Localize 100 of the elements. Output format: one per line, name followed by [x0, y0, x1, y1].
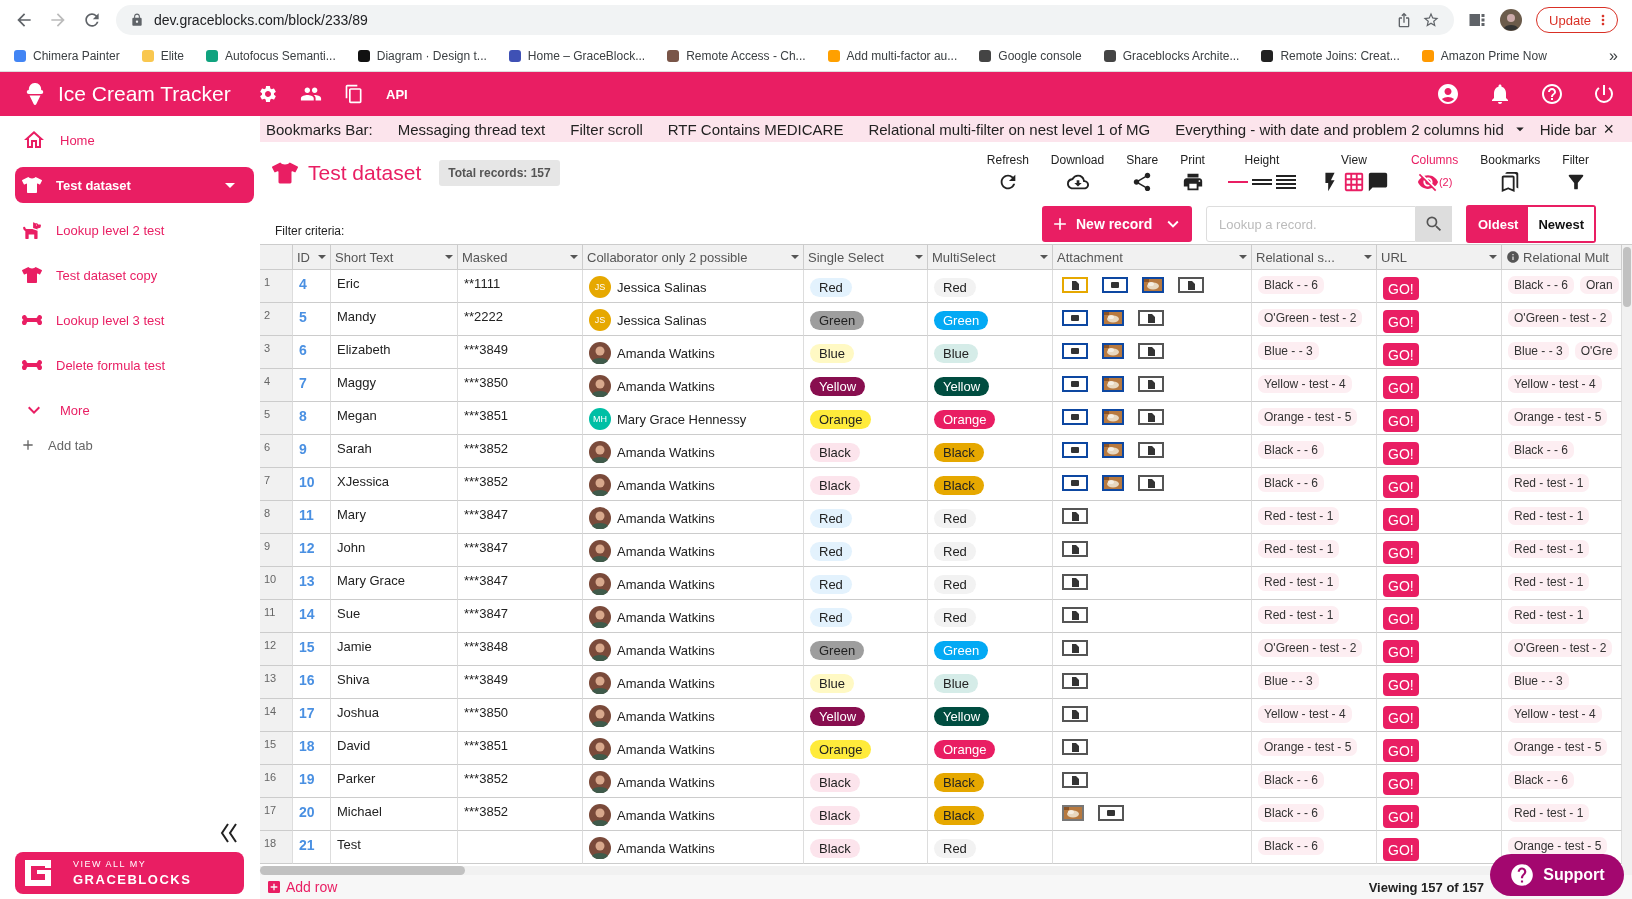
- pdf-file-icon[interactable]: [1098, 805, 1124, 821]
- linked-record-chip[interactable]: Red - test - 1: [1258, 540, 1340, 558]
- linked-record-chip[interactable]: Red - test - 1: [1508, 804, 1590, 822]
- document-icon[interactable]: [1062, 508, 1088, 524]
- pdf-file-icon[interactable]: [1062, 409, 1088, 425]
- go-button[interactable]: GO!: [1383, 508, 1419, 531]
- go-button[interactable]: GO!: [1383, 376, 1419, 399]
- go-button[interactable]: GO!: [1383, 409, 1419, 432]
- document-icon[interactable]: [1062, 739, 1088, 755]
- bookmark-link[interactable]: Google console: [979, 48, 1082, 63]
- update-button[interactable]: Update: [1536, 7, 1618, 33]
- sidebar-item[interactable]: Test dataset copy: [15, 257, 254, 293]
- linked-record-chip[interactable]: Black - - 6: [1258, 837, 1324, 855]
- document-icon[interactable]: [1062, 706, 1088, 722]
- pdf-file-icon[interactable]: [1062, 475, 1088, 491]
- graceblocks-banner[interactable]: VIEW ALL MY GRACEBLOCKS: [15, 852, 244, 894]
- linked-record-chip[interactable]: Oran: [1580, 276, 1619, 294]
- lookup-field[interactable]: Lookup a record.: [1206, 206, 1416, 242]
- go-button[interactable]: GO!: [1383, 607, 1419, 630]
- column-header[interactable]: Relational s...: [1252, 245, 1377, 270]
- linked-record-chip[interactable]: Yellow - test - 4: [1258, 705, 1352, 723]
- sidebar-item[interactable]: Lookup level 3 test: [15, 302, 254, 338]
- go-button[interactable]: GO!: [1383, 739, 1419, 762]
- go-button[interactable]: GO!: [1383, 442, 1419, 465]
- document-icon[interactable]: [1138, 376, 1164, 392]
- linked-record-chip[interactable]: Red - test - 1: [1508, 540, 1590, 558]
- linked-record-chip[interactable]: Orange - test - 5: [1258, 408, 1358, 426]
- add-row-link[interactable]: Add row: [266, 879, 338, 895]
- go-button[interactable]: GO!: [1383, 475, 1419, 498]
- document-icon[interactable]: [1138, 310, 1164, 326]
- column-header[interactable]: Attachment: [1053, 245, 1252, 270]
- linked-record-chip[interactable]: Red - test - 1: [1258, 606, 1340, 624]
- column-header[interactable]: MultiSelect: [928, 245, 1053, 270]
- pdf-file-icon[interactable]: [1062, 376, 1088, 392]
- linked-record-chip[interactable]: Blue - - 3: [1258, 672, 1319, 690]
- power-icon[interactable]: [1592, 82, 1616, 106]
- column-header[interactable]: Masked: [458, 245, 583, 270]
- linked-record-chip[interactable]: Blue - - 3: [1508, 672, 1569, 690]
- bookmark-link[interactable]: Graceblocks Archite...: [1103, 48, 1240, 63]
- document-icon[interactable]: [1062, 640, 1088, 656]
- reload-icon[interactable]: [82, 10, 102, 30]
- bookmarks-button[interactable]: Bookmarks: [1480, 153, 1541, 193]
- sidebar-item[interactable]: Lookup level 2 test: [15, 212, 254, 248]
- linked-record-chip[interactable]: Black - - 6: [1258, 771, 1324, 789]
- copy-icon[interactable]: [344, 84, 364, 104]
- grid-view-option[interactable]: [1342, 171, 1365, 193]
- linked-record-chip[interactable]: Orange - test - 5: [1258, 738, 1358, 756]
- go-button[interactable]: GO!: [1383, 277, 1419, 300]
- linked-record-chip[interactable]: Red - test - 1: [1508, 507, 1590, 525]
- column-header[interactable]: Short Text: [331, 245, 458, 270]
- download-button[interactable]: Download: [1050, 153, 1105, 193]
- document-icon[interactable]: [1178, 277, 1204, 293]
- linked-record-chip[interactable]: Yellow - test - 4: [1508, 375, 1602, 393]
- linked-record-chip[interactable]: Red - test - 1: [1258, 573, 1340, 591]
- scrollbar-thumb[interactable]: [260, 866, 465, 875]
- linked-record-chip[interactable]: Black - - 6: [1508, 276, 1574, 294]
- linked-record-chip[interactable]: Black - - 6: [1508, 441, 1574, 459]
- linked-record-chip[interactable]: Black - - 6: [1258, 441, 1324, 459]
- document-icon[interactable]: [1138, 409, 1164, 425]
- linked-record-chip[interactable]: Black - - 6: [1258, 474, 1324, 492]
- column-header[interactable]: Collaborator only 2 possible: [583, 245, 804, 270]
- linked-record-chip[interactable]: Black - - 6: [1508, 771, 1574, 789]
- linked-record-chip[interactable]: Black - - 6: [1258, 276, 1324, 294]
- go-button[interactable]: GO!: [1383, 310, 1419, 333]
- saved-bookmark[interactable]: RTF Contains MEDICARE: [667, 120, 844, 138]
- close-icon[interactable]: ×: [1603, 118, 1614, 140]
- linked-record-chip[interactable]: Blue - - 3: [1508, 342, 1569, 360]
- pdf-file-icon[interactable]: [1062, 442, 1088, 458]
- bookmark-link[interactable]: Diagram · Design t...: [357, 48, 487, 63]
- linked-record-chip[interactable]: O'Green - test - 2: [1508, 309, 1613, 327]
- linked-record-chip[interactable]: Red - test - 1: [1508, 573, 1590, 591]
- sidebar-item[interactable]: Delete formula test: [15, 347, 254, 383]
- sidebar-item[interactable]: More: [15, 392, 254, 428]
- api-link[interactable]: API: [386, 86, 408, 102]
- go-button[interactable]: GO!: [1383, 772, 1419, 795]
- linked-record-chip[interactable]: Yellow - test - 4: [1258, 375, 1352, 393]
- column-header[interactable]: ID: [293, 245, 331, 270]
- document-icon[interactable]: [1062, 607, 1088, 623]
- chat-view-option[interactable]: [1366, 171, 1389, 193]
- bookmark-link[interactable]: Elite: [141, 48, 185, 63]
- saved-bookmark[interactable]: Relational multi-filter on nest level 1 of MG: [868, 120, 1151, 138]
- bookmark-link[interactable]: Chimera Painter: [14, 48, 120, 63]
- linked-record-chip[interactable]: O'Green - test - 2: [1258, 639, 1363, 657]
- bookmark-link[interactable]: Amazon Prime Now: [1421, 48, 1547, 63]
- linked-record-chip[interactable]: O'Green - test - 2: [1508, 639, 1613, 657]
- add-tab-link[interactable]: Add tab: [15, 437, 260, 453]
- more-bookmarks[interactable]: »: [1609, 46, 1618, 65]
- go-button[interactable]: GO!: [1383, 640, 1419, 663]
- go-button[interactable]: GO!: [1383, 838, 1419, 861]
- scrollbar-thumb[interactable]: [1623, 247, 1631, 307]
- pdf-file-icon[interactable]: [1062, 310, 1088, 326]
- document-icon[interactable]: [1138, 343, 1164, 359]
- document-icon[interactable]: [1062, 772, 1088, 788]
- pdf-file-icon[interactable]: [1062, 343, 1088, 359]
- linked-record-chip[interactable]: Red - test - 1: [1258, 507, 1340, 525]
- column-header[interactable]: URL: [1377, 245, 1502, 270]
- side-panel-icon[interactable]: [1468, 11, 1487, 29]
- hide-bar-link[interactable]: Hide bar: [1539, 120, 1597, 138]
- document-icon[interactable]: [1062, 541, 1088, 557]
- go-button[interactable]: GO!: [1383, 343, 1419, 366]
